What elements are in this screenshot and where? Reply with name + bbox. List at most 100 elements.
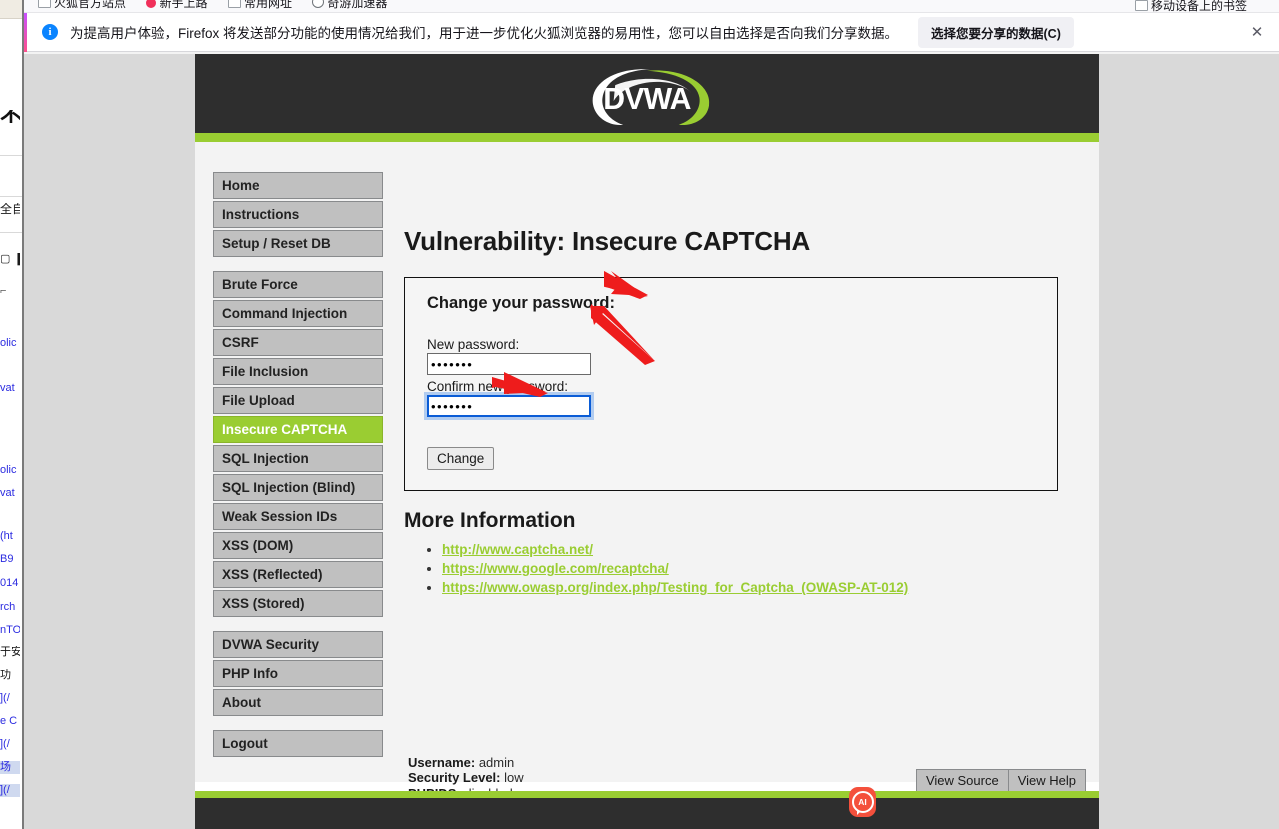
bookmark-item[interactable]: 火狐官方站点	[38, 0, 126, 9]
source-help-buttons: View Source View Help	[915, 769, 1086, 792]
bookmark-item[interactable]: 奇游加速器	[312, 0, 387, 9]
bg-fragment: ](/	[0, 784, 20, 797]
telemetry-notification-bar: i 为提高用户体验，Firefox 将发送部分功能的使用情况给我们，用于进一步优…	[24, 13, 1279, 52]
bookmark-label: 奇游加速器	[327, 0, 388, 10]
bg-fragment: (ht	[0, 530, 13, 542]
bg-fragment: ](/	[0, 692, 10, 704]
menu-group: Logout	[213, 730, 385, 757]
more-information-heading: More Information	[404, 509, 576, 532]
sidebar-item-command-injection[interactable]: Command Injection	[213, 300, 383, 327]
sidebar: Home Instructions Setup / Reset DB Brute…	[195, 142, 385, 782]
main-content: Vulnerability: Insecure CAPTCHA Change y…	[385, 142, 1099, 782]
sidebar-item-xss-reflected[interactable]: XSS (Reflected)	[213, 561, 383, 588]
username-value: admin	[478, 754, 515, 770]
menu-group: Brute Force Command Injection CSRF File …	[213, 271, 385, 617]
bg-divider	[0, 155, 22, 156]
ai-icon: AI	[851, 791, 874, 815]
svg-text:DVWA: DVWA	[603, 83, 690, 116]
bg-fragment: vat	[0, 382, 15, 394]
page-icon	[38, 0, 51, 8]
page-icon	[1134, 0, 1148, 11]
bg-fragment: 不	[0, 110, 20, 123]
new-password-input[interactable]	[427, 353, 591, 375]
page-right-gutter	[1099, 54, 1279, 829]
link-captcha-net[interactable]: http://www.captcha.net/	[442, 542, 593, 557]
sidebar-item-csrf[interactable]: CSRF	[213, 329, 383, 356]
screen: 不 全自 ▢ ▐ ⌐ olic vat olic vat (ht B9 014 …	[0, 0, 1279, 829]
close-icon[interactable]: ✕	[1249, 25, 1265, 41]
sidebar-item-about[interactable]: About	[213, 689, 383, 716]
bookmark-item-mobile[interactable]: 移动设备上的书签	[1134, 0, 1247, 13]
sidebar-item-file-upload[interactable]: File Upload	[213, 387, 383, 414]
bg-fragment: olic	[0, 337, 17, 349]
list-item: https://www.google.com/recaptcha/	[442, 560, 1079, 578]
bookmark-label: 移动设备上的书签	[1150, 0, 1247, 13]
sidebar-item-file-inclusion[interactable]: File Inclusion	[213, 358, 383, 385]
ai-label: AI	[858, 797, 867, 807]
security-level-value: low	[504, 770, 524, 785]
more-information-list: http://www.captcha.net/ https://www.goog…	[404, 541, 1079, 597]
bookmark-label: 新手上路	[159, 0, 208, 10]
red-dot-icon	[146, 0, 157, 8]
sidebar-item-logout[interactable]: Logout	[213, 730, 383, 757]
bg-fragment: 场	[0, 761, 20, 774]
sidebar-item-setup-reset-db[interactable]: Setup / Reset DB	[213, 230, 383, 257]
confirm-password-label: Confirm new password:	[427, 379, 569, 394]
bookmarks-toolbar[interactable]: 火狐官方站点 新手上路 常用网址 奇游加速器 移动设备上的书签	[24, 0, 1279, 13]
menu-group: Home Instructions Setup / Reset DB	[213, 172, 385, 257]
footer-accent-bar	[195, 791, 1099, 798]
view-source-button[interactable]: View Source	[915, 769, 1009, 792]
username-row: Username: admin	[408, 755, 524, 771]
view-help-button[interactable]: View Help	[1007, 769, 1086, 792]
bg-divider	[0, 196, 22, 197]
confirm-password-input[interactable]	[427, 395, 591, 417]
speech-tail-icon	[856, 811, 861, 815]
page-title: Vulnerability: Insecure CAPTCHA	[404, 226, 811, 256]
sidebar-item-home[interactable]: Home	[213, 172, 383, 199]
security-level-label: Security Level:	[408, 770, 501, 785]
sidebar-item-dvwa-security[interactable]: DVWA Security	[213, 631, 383, 658]
page-body: Home Instructions Setup / Reset DB Brute…	[195, 142, 1099, 782]
change-password-button[interactable]: Change	[427, 447, 495, 470]
panel-heading: Change your password:	[427, 294, 615, 312]
bg-fragment: e C	[0, 715, 18, 727]
link-owasp-testing-captcha[interactable]: https://www.owasp.org/index.php/Testing_…	[442, 580, 908, 595]
link-google-recaptcha[interactable]: https://www.google.com/recaptcha/	[442, 561, 669, 576]
sidebar-item-xss-dom[interactable]: XSS (DOM)	[213, 532, 383, 559]
username-label: Username:	[408, 754, 476, 770]
bg-fragment: vat	[0, 487, 15, 499]
bg-fragment: olic	[0, 464, 17, 476]
bookmark-item[interactable]: 常用网址	[227, 0, 292, 9]
change-password-panel: Change your password: New password: Conf…	[404, 277, 1058, 491]
globe-icon	[312, 0, 325, 8]
bg-divider	[0, 232, 22, 233]
bg-fragment: ⌐	[0, 285, 7, 297]
page-icon	[227, 0, 241, 8]
ai-assistant-button[interactable]: AI	[849, 787, 876, 817]
sidebar-item-sql-injection[interactable]: SQL Injection	[213, 445, 383, 472]
sidebar-item-xss-stored[interactable]: XSS (Stored)	[213, 590, 383, 617]
bookmark-label: 火狐官方站点	[54, 0, 127, 10]
new-password-label: New password:	[427, 337, 520, 352]
sidebar-item-brute-force[interactable]: Brute Force	[213, 271, 383, 298]
bg-fragment: 于安	[0, 646, 20, 658]
bookmark-item[interactable]: 新手上路	[146, 0, 207, 9]
sidebar-item-weak-session-ids[interactable]: Weak Session IDs	[213, 503, 383, 530]
info-icon: i	[42, 24, 58, 40]
bg-fragment: 功	[0, 669, 11, 681]
choose-shared-data-button[interactable]: 选择您要分享的数据(C)	[918, 16, 1074, 48]
background-window-tab[interactable]	[0, 0, 22, 19]
sidebar-item-php-info[interactable]: PHP Info	[213, 660, 383, 687]
bg-fragment: 全自	[0, 203, 20, 216]
sidebar-item-instructions[interactable]: Instructions	[213, 201, 383, 228]
sidebar-item-insecure-captcha[interactable]: Insecure CAPTCHA	[213, 416, 383, 443]
site-header: DVWA	[195, 54, 1099, 133]
notification-accent-stripe	[24, 13, 27, 52]
security-level-row: Security Level: low	[408, 770, 524, 786]
list-item: http://www.captcha.net/	[442, 541, 1079, 559]
header-accent-bar	[195, 133, 1099, 142]
background-window[interactable]: 不 全自 ▢ ▐ ⌐ olic vat olic vat (ht B9 014 …	[0, 0, 22, 829]
bg-fragment: B9	[0, 553, 14, 565]
notification-message: 为提高用户体验，Firefox 将发送部分功能的使用情况给我们，用于进一步优化火…	[70, 26, 899, 41]
sidebar-item-sql-injection-blind[interactable]: SQL Injection (Blind)	[213, 474, 383, 501]
